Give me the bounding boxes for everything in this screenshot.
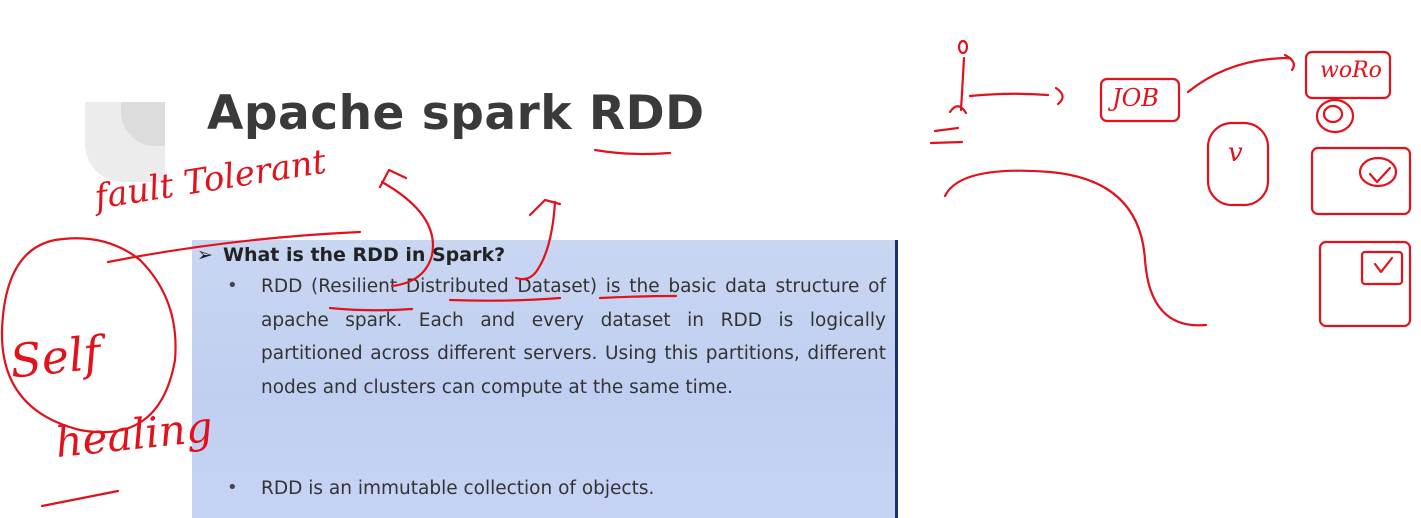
content-box: ➢ What is the RDD in Spark? • RDD (Resili… (192, 240, 898, 518)
annotation-v: v (1228, 138, 1243, 168)
user-base (929, 126, 964, 145)
node-box-1 (1310, 146, 1412, 216)
worker-circle (1315, 98, 1355, 134)
node-check-2 (1373, 256, 1394, 274)
worker-circle-inner (1322, 104, 1344, 124)
bullet-text-2: RDD is an immutable collection of object… (261, 478, 655, 499)
arrow-bullet-icon: ➢ (197, 244, 213, 266)
node-inner-box-2 (1360, 250, 1404, 286)
node-check-1 (1368, 166, 1392, 184)
annotation-job: JOB (1112, 84, 1159, 112)
job-to-worker (1186, 53, 1295, 94)
annotation-healing: healing (52, 401, 215, 468)
node-circle-1 (1358, 156, 1398, 188)
user-arrow (968, 86, 1064, 106)
slide-title: Apache spark RDD (207, 86, 705, 141)
bullet-icon: • (227, 275, 238, 296)
fault-arrowhead (378, 168, 408, 189)
bullet-icon: • (227, 477, 238, 498)
node-box-2 (1318, 240, 1412, 328)
big-curve (943, 169, 1208, 327)
user-head (957, 39, 969, 55)
annotation-self: Self (7, 325, 104, 389)
annotation-worker: woRo (1320, 58, 1382, 83)
title-underline (593, 148, 672, 156)
question-heading: ➢ What is the RDD in Spark? (197, 244, 505, 266)
question-text: What is the RDD in Spark? (223, 244, 506, 266)
distributed-arrowhead (528, 198, 562, 217)
bullet-text-1: RDD (Resilient Distributed Dataset) is t… (261, 276, 886, 398)
bottom-dash (40, 489, 120, 508)
user-body (948, 56, 968, 115)
